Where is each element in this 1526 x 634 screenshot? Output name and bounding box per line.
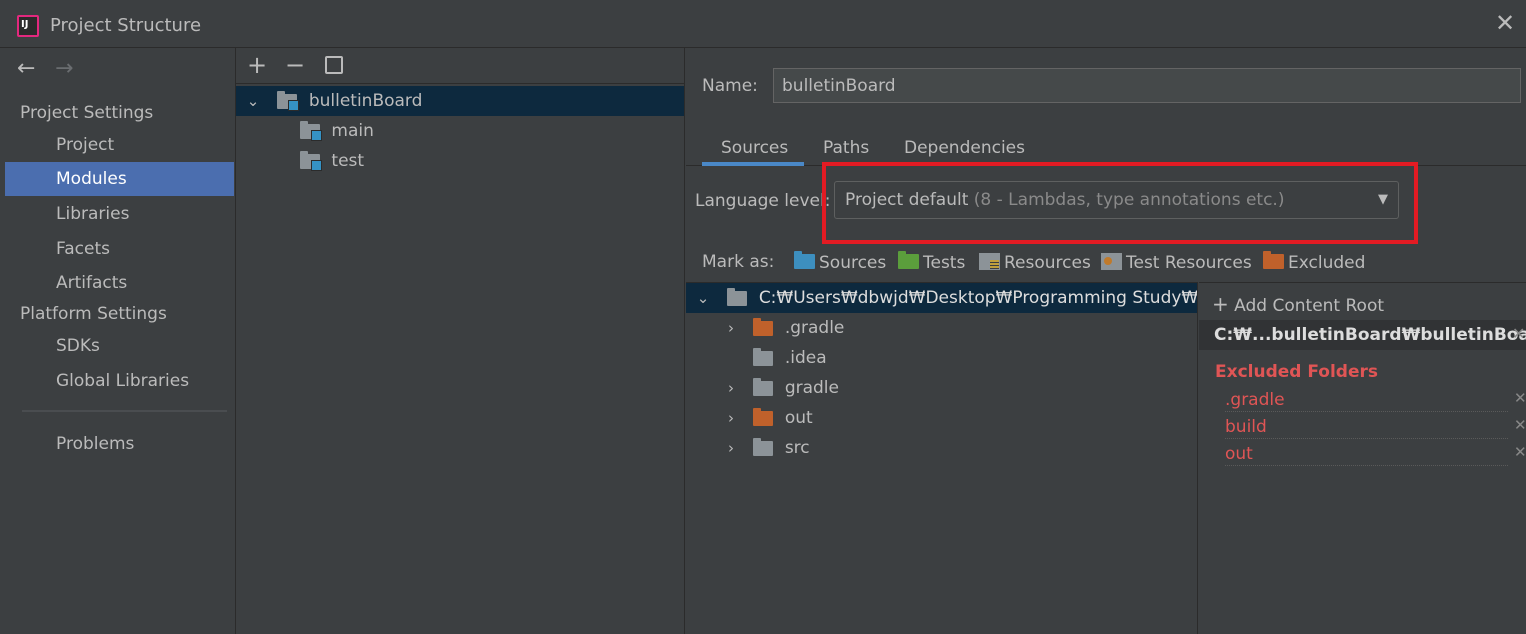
excluded-folder-item[interactable]: .gradle [1225, 389, 1508, 412]
language-level-label: Language level: [695, 191, 831, 211]
name-label: Name: [702, 76, 758, 96]
module-folder-icon [300, 120, 322, 141]
sidebar-item-problems[interactable]: Problems [5, 427, 234, 461]
excluded-folder-item[interactable]: out [1225, 443, 1508, 466]
sidebar-item-global-libraries[interactable]: Global Libraries [5, 364, 234, 398]
close-icon[interactable]: ✕ [1494, 11, 1516, 35]
mark-test-resources-label: Test Resources [1126, 253, 1252, 273]
test-resources-folder-icon [1101, 253, 1122, 270]
content-tree-root[interactable]: ⌄ C:₩Users₩dbwjd₩Desktop₩Programming Stu… [686, 283, 1197, 313]
resources-folder-icon [979, 253, 1000, 270]
remove-module-button[interactable]: − [285, 52, 305, 78]
mark-excluded-label: Excluded [1288, 253, 1366, 273]
tab-paths[interactable]: Paths [823, 138, 869, 158]
mark-sources-label: Sources [819, 253, 887, 273]
tests-folder-icon [898, 251, 919, 269]
mark-tests-label: Tests [923, 253, 966, 273]
folder-icon [727, 287, 748, 306]
excluded-folder-icon [1263, 251, 1284, 269]
chevron-down-icon[interactable]: ⌄ [694, 283, 712, 313]
content-tree-item-src[interactable]: › src [722, 433, 810, 463]
sidebar-item-libraries[interactable]: Libraries [5, 197, 234, 231]
content-tree-item-gradle-hidden[interactable]: › .gradle [722, 313, 844, 343]
add-content-root-button[interactable]: + Add Content Root [1212, 292, 1384, 316]
remove-excluded-icon[interactable]: ✕ [1514, 389, 1526, 407]
remove-excluded-icon[interactable]: ✕ [1514, 416, 1526, 434]
excluded-folder-icon [753, 407, 774, 426]
annotation-highlight-box [822, 162, 1418, 244]
content-root-path-header: C:₩...bulletinBoard₩bulletinBoard [1199, 320, 1526, 350]
sidebar-item-modules[interactable]: Modules [5, 162, 234, 196]
sidebar-item-facets[interactable]: Facets [5, 232, 234, 266]
content-tree-item-out[interactable]: › out [722, 403, 813, 433]
mark-as-label: Mark as: [702, 252, 775, 272]
module-child-label: test [331, 151, 365, 171]
window-title: Project Structure [50, 15, 202, 36]
module-tree-item-test[interactable]: test [300, 146, 364, 176]
plus-icon: + [1212, 292, 1229, 316]
sidebar-item-project[interactable]: Project [5, 128, 234, 162]
chevron-right-icon[interactable]: › [722, 373, 740, 403]
module-tree-item-main[interactable]: main [300, 116, 374, 146]
folder-icon [753, 347, 774, 366]
mark-resources-button[interactable]: Resources [979, 253, 1091, 273]
excluded-folder-item[interactable]: build [1225, 416, 1508, 439]
project-settings-header: Project Settings [20, 103, 154, 123]
chevron-right-icon[interactable]: › [722, 313, 740, 343]
arrow-right-icon[interactable]: → [55, 56, 73, 81]
tab-sources[interactable]: Sources [721, 138, 788, 158]
chevron-right-icon[interactable]: › [722, 403, 740, 433]
folder-label: out [784, 408, 813, 428]
active-tab-indicator [702, 162, 804, 166]
chevron-down-icon[interactable]: ⌄ [244, 86, 262, 116]
module-tree-root[interactable]: ⌄ bulletinBoard [236, 86, 684, 116]
mark-excluded-button[interactable]: Excluded [1263, 251, 1366, 273]
sidebar-divider [22, 410, 227, 412]
mark-sources-button[interactable]: Sources [794, 251, 887, 273]
platform-settings-header: Platform Settings [20, 304, 167, 324]
sidebar-item-sdks[interactable]: SDKs [5, 329, 234, 363]
folder-label: gradle [784, 378, 839, 398]
module-folder-icon [300, 150, 322, 171]
folder-label: src [784, 438, 810, 458]
sidebar-item-artifacts[interactable]: Artifacts [5, 266, 234, 300]
add-module-button[interactable]: + [247, 52, 267, 78]
mark-tests-button[interactable]: Tests [898, 251, 966, 273]
excluded-folders-header: Excluded Folders [1215, 362, 1379, 382]
folder-icon [753, 437, 774, 456]
content-tree-item-gradle[interactable]: › gradle [722, 373, 839, 403]
mark-test-resources-button[interactable]: Test Resources [1101, 253, 1252, 273]
content-root-path: C:₩Users₩dbwjd₩Desktop₩Programming Study… [758, 288, 1197, 308]
remove-content-root-icon[interactable]: ✕ [1512, 324, 1525, 343]
module-folder-icon [277, 90, 300, 111]
sources-folder-icon [794, 251, 815, 269]
intellij-app-icon: IJ [17, 15, 39, 37]
remove-excluded-icon[interactable]: ✕ [1514, 443, 1526, 461]
module-name-field[interactable] [773, 68, 1521, 103]
tab-dependencies[interactable]: Dependencies [904, 138, 1025, 158]
folder-label: .idea [784, 348, 827, 368]
folder-label: .gradle [784, 318, 845, 338]
content-tree-item-idea[interactable]: .idea [722, 343, 827, 373]
excluded-folder-icon [753, 317, 774, 336]
module-child-label: main [331, 121, 374, 141]
mark-resources-label: Resources [1004, 253, 1091, 273]
add-content-root-label: Add Content Root [1234, 296, 1385, 316]
module-name: bulletinBoard [308, 91, 423, 111]
chevron-right-icon[interactable]: › [722, 433, 740, 463]
folder-icon [753, 377, 774, 396]
copy-icon[interactable] [325, 56, 343, 74]
arrow-left-icon[interactable]: ← [17, 56, 35, 81]
title-bar [0, 0, 1526, 48]
